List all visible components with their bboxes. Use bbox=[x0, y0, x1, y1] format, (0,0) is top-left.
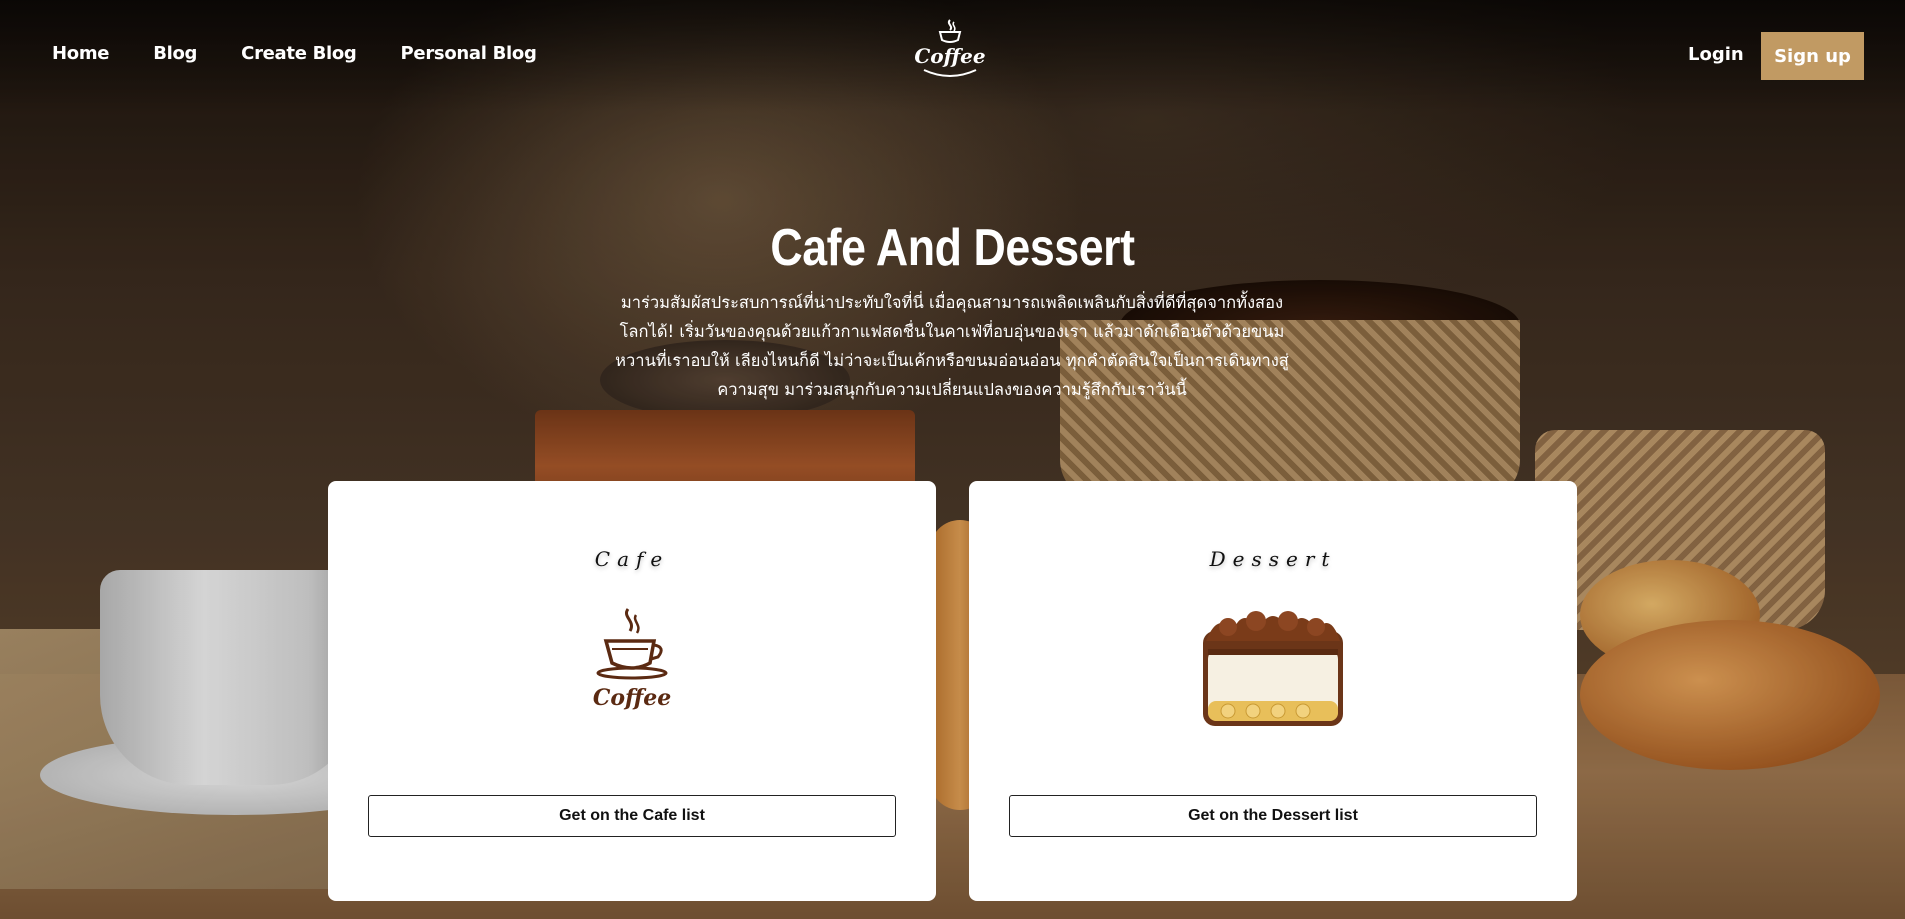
nav-blog[interactable]: Blog bbox=[153, 43, 197, 64]
background-overlay bbox=[0, 0, 1905, 919]
site-logo[interactable]: Coffee bbox=[914, 18, 986, 94]
nav-personal-blog[interactable]: Personal Blog bbox=[401, 43, 537, 64]
login-link[interactable]: Login bbox=[1688, 44, 1744, 65]
dessert-list-button[interactable]: Get on the Dessert list bbox=[1009, 795, 1537, 837]
nav-links: Home Blog Create Blog Personal Blog bbox=[52, 43, 581, 64]
hero-background-image bbox=[0, 0, 1905, 919]
card-title-cafe: Cafe bbox=[594, 547, 670, 571]
steaming-cup-icon bbox=[938, 19, 962, 43]
dessert-card: Dessert Get on the Dessert list bbox=[969, 481, 1577, 901]
logo-text: Coffee bbox=[914, 44, 986, 68]
nav-home[interactable]: Home bbox=[52, 43, 110, 64]
nav-create-blog[interactable]: Create Blog bbox=[241, 43, 357, 64]
cafe-card: Cafe Coffee Get on the Cafe list bbox=[328, 481, 936, 901]
hero-description: มาร่วมสัมผัสประสบการณ์ที่น่าประทับใจที่น… bbox=[615, 293, 1289, 399]
top-navbar: Home Blog Create Blog Personal Blog Coff… bbox=[0, 0, 1905, 112]
logo-swoosh bbox=[923, 69, 977, 77]
card-title-dessert: Dessert bbox=[1209, 547, 1337, 571]
coffee-logo-icon: Coffee bbox=[592, 601, 672, 726]
cake-icon bbox=[1198, 601, 1348, 736]
hero-title: Cafe And Dessert bbox=[770, 219, 1135, 277]
coffee-logo-text: Coffee bbox=[593, 685, 671, 711]
signup-button[interactable]: Sign up bbox=[1761, 32, 1864, 80]
cafe-list-button[interactable]: Get on the Cafe list bbox=[368, 795, 896, 837]
